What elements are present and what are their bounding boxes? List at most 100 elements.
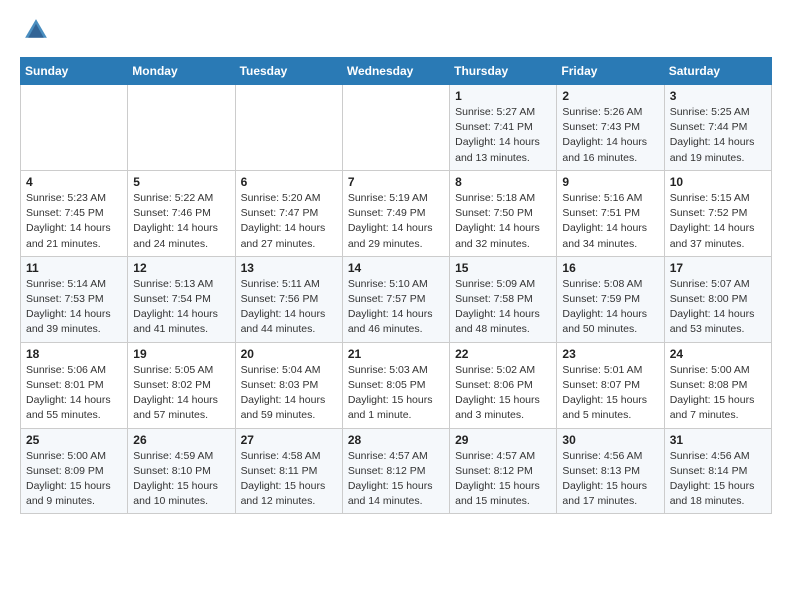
day-number: 30	[562, 433, 658, 447]
week-row-3: 11 Sunrise: 5:14 AM Sunset: 7:53 PM Dayli…	[21, 256, 772, 342]
day-cell: 3 Sunrise: 5:25 AM Sunset: 7:44 PM Daylig…	[664, 85, 771, 171]
day-info: Sunrise: 5:07 AM Sunset: 8:00 PM Dayligh…	[670, 277, 766, 338]
day-info: Sunrise: 5:19 AM Sunset: 7:49 PM Dayligh…	[348, 191, 444, 252]
day-cell: 11 Sunrise: 5:14 AM Sunset: 7:53 PM Dayli…	[21, 256, 128, 342]
day-info: Sunrise: 5:15 AM Sunset: 7:52 PM Dayligh…	[670, 191, 766, 252]
day-number: 22	[455, 347, 551, 361]
day-info: Sunrise: 5:01 AM Sunset: 8:07 PM Dayligh…	[562, 363, 658, 424]
day-info: Sunrise: 4:59 AM Sunset: 8:10 PM Dayligh…	[133, 449, 229, 510]
day-info: Sunrise: 5:18 AM Sunset: 7:50 PM Dayligh…	[455, 191, 551, 252]
day-number: 9	[562, 175, 658, 189]
day-number: 27	[241, 433, 337, 447]
day-number: 2	[562, 89, 658, 103]
day-number: 10	[670, 175, 766, 189]
header-monday: Monday	[128, 58, 235, 85]
week-row-2: 4 Sunrise: 5:23 AM Sunset: 7:45 PM Daylig…	[21, 170, 772, 256]
day-number: 18	[26, 347, 122, 361]
day-info: Sunrise: 4:56 AM Sunset: 8:14 PM Dayligh…	[670, 449, 766, 510]
day-info: Sunrise: 5:23 AM Sunset: 7:45 PM Dayligh…	[26, 191, 122, 252]
day-number: 31	[670, 433, 766, 447]
calendar-header-row: SundayMondayTuesdayWednesdayThursdayFrid…	[21, 58, 772, 85]
day-cell: 30 Sunrise: 4:56 AM Sunset: 8:13 PM Dayli…	[557, 428, 664, 514]
page: SundayMondayTuesdayWednesdayThursdayFrid…	[0, 0, 792, 530]
week-row-4: 18 Sunrise: 5:06 AM Sunset: 8:01 PM Dayli…	[21, 342, 772, 428]
day-cell: 13Sunrise: 5:11 AM Sunset: 7:56 PM Dayli…	[235, 256, 342, 342]
day-cell: 15 Sunrise: 5:09 AM Sunset: 7:58 PM Dayli…	[450, 256, 557, 342]
day-info: Sunrise: 5:27 AM Sunset: 7:41 PM Dayligh…	[455, 105, 551, 166]
day-cell	[128, 85, 235, 171]
day-info: Sunrise: 5:05 AM Sunset: 8:02 PM Dayligh…	[133, 363, 229, 424]
header-wednesday: Wednesday	[342, 58, 449, 85]
day-number: 1	[455, 89, 551, 103]
day-info: Sunrise: 5:06 AM Sunset: 8:01 PM Dayligh…	[26, 363, 122, 424]
day-info: Sunrise: 5:09 AM Sunset: 7:58 PM Dayligh…	[455, 277, 551, 338]
day-cell: 25 Sunrise: 5:00 AM Sunset: 8:09 PM Dayli…	[21, 428, 128, 514]
day-info: Sunrise: 5:26 AM Sunset: 7:43 PM Dayligh…	[562, 105, 658, 166]
day-info: Sunrise: 5:14 AM Sunset: 7:53 PM Dayligh…	[26, 277, 122, 338]
day-cell: 26 Sunrise: 4:59 AM Sunset: 8:10 PM Dayli…	[128, 428, 235, 514]
day-number: 25	[26, 433, 122, 447]
day-number: 16	[562, 261, 658, 275]
day-number: 3	[670, 89, 766, 103]
day-info: Sunrise: 4:58 AM Sunset: 8:11 PM Dayligh…	[241, 449, 337, 510]
header-tuesday: Tuesday	[235, 58, 342, 85]
header-saturday: Saturday	[664, 58, 771, 85]
day-info: Sunrise: 5:20 AM Sunset: 7:47 PM Dayligh…	[241, 191, 337, 252]
header-friday: Friday	[557, 58, 664, 85]
day-info: Sunrise: 5:04 AM Sunset: 8:03 PM Dayligh…	[241, 363, 337, 424]
day-number: 24	[670, 347, 766, 361]
logo-icon	[22, 16, 50, 44]
day-cell: 23 Sunrise: 5:01 AM Sunset: 8:07 PM Dayli…	[557, 342, 664, 428]
day-cell: 16 Sunrise: 5:08 AM Sunset: 7:59 PM Dayli…	[557, 256, 664, 342]
day-cell: 2 Sunrise: 5:26 AM Sunset: 7:43 PM Daylig…	[557, 85, 664, 171]
day-info: Sunrise: 5:08 AM Sunset: 7:59 PM Dayligh…	[562, 277, 658, 338]
day-cell: 29Sunrise: 4:57 AM Sunset: 8:12 PM Dayli…	[450, 428, 557, 514]
day-cell: 12Sunrise: 5:13 AM Sunset: 7:54 PM Dayli…	[128, 256, 235, 342]
day-number: 21	[348, 347, 444, 361]
week-row-5: 25 Sunrise: 5:00 AM Sunset: 8:09 PM Dayli…	[21, 428, 772, 514]
day-number: 8	[455, 175, 551, 189]
header-sunday: Sunday	[21, 58, 128, 85]
day-info: Sunrise: 5:25 AM Sunset: 7:44 PM Dayligh…	[670, 105, 766, 166]
week-row-1: 1 Sunrise: 5:27 AM Sunset: 7:41 PM Daylig…	[21, 85, 772, 171]
day-number: 29	[455, 433, 551, 447]
day-number: 20	[241, 347, 337, 361]
calendar-table: SundayMondayTuesdayWednesdayThursdayFrid…	[20, 57, 772, 514]
day-cell: 19 Sunrise: 5:05 AM Sunset: 8:02 PM Dayli…	[128, 342, 235, 428]
day-number: 19	[133, 347, 229, 361]
day-cell: 5 Sunrise: 5:22 AM Sunset: 7:46 PM Daylig…	[128, 170, 235, 256]
day-cell: 22 Sunrise: 5:02 AM Sunset: 8:06 PM Dayli…	[450, 342, 557, 428]
day-cell: 17 Sunrise: 5:07 AM Sunset: 8:00 PM Dayli…	[664, 256, 771, 342]
day-cell: 24 Sunrise: 5:00 AM Sunset: 8:08 PM Dayli…	[664, 342, 771, 428]
day-number: 14	[348, 261, 444, 275]
day-info: Sunrise: 5:00 AM Sunset: 8:09 PM Dayligh…	[26, 449, 122, 510]
day-number: 15	[455, 261, 551, 275]
day-cell	[342, 85, 449, 171]
day-cell: 18 Sunrise: 5:06 AM Sunset: 8:01 PM Dayli…	[21, 342, 128, 428]
day-number: 11	[26, 261, 122, 275]
day-cell: 9 Sunrise: 5:16 AM Sunset: 7:51 PM Daylig…	[557, 170, 664, 256]
day-info: Sunrise: 5:16 AM Sunset: 7:51 PM Dayligh…	[562, 191, 658, 252]
day-number: 4	[26, 175, 122, 189]
day-cell: 10 Sunrise: 5:15 AM Sunset: 7:52 PM Dayli…	[664, 170, 771, 256]
day-cell	[21, 85, 128, 171]
day-cell: 7Sunrise: 5:19 AM Sunset: 7:49 PM Daylig…	[342, 170, 449, 256]
day-info: Sunrise: 4:56 AM Sunset: 8:13 PM Dayligh…	[562, 449, 658, 510]
day-info: Sunrise: 5:22 AM Sunset: 7:46 PM Dayligh…	[133, 191, 229, 252]
day-number: 5	[133, 175, 229, 189]
day-cell: 4 Sunrise: 5:23 AM Sunset: 7:45 PM Daylig…	[21, 170, 128, 256]
header	[20, 16, 772, 49]
day-cell: 27 Sunrise: 4:58 AM Sunset: 8:11 PM Dayli…	[235, 428, 342, 514]
day-number: 6	[241, 175, 337, 189]
day-info: Sunrise: 5:00 AM Sunset: 8:08 PM Dayligh…	[670, 363, 766, 424]
day-cell: 21Sunrise: 5:03 AM Sunset: 8:05 PM Dayli…	[342, 342, 449, 428]
day-number: 26	[133, 433, 229, 447]
day-number: 23	[562, 347, 658, 361]
day-cell: 20 Sunrise: 5:04 AM Sunset: 8:03 PM Dayli…	[235, 342, 342, 428]
header-thursday: Thursday	[450, 58, 557, 85]
day-info: Sunrise: 5:02 AM Sunset: 8:06 PM Dayligh…	[455, 363, 551, 424]
day-number: 13	[241, 261, 337, 275]
day-cell: 28Sunrise: 4:57 AM Sunset: 8:12 PM Dayli…	[342, 428, 449, 514]
day-info: Sunrise: 5:13 AM Sunset: 7:54 PM Dayligh…	[133, 277, 229, 338]
day-number: 17	[670, 261, 766, 275]
